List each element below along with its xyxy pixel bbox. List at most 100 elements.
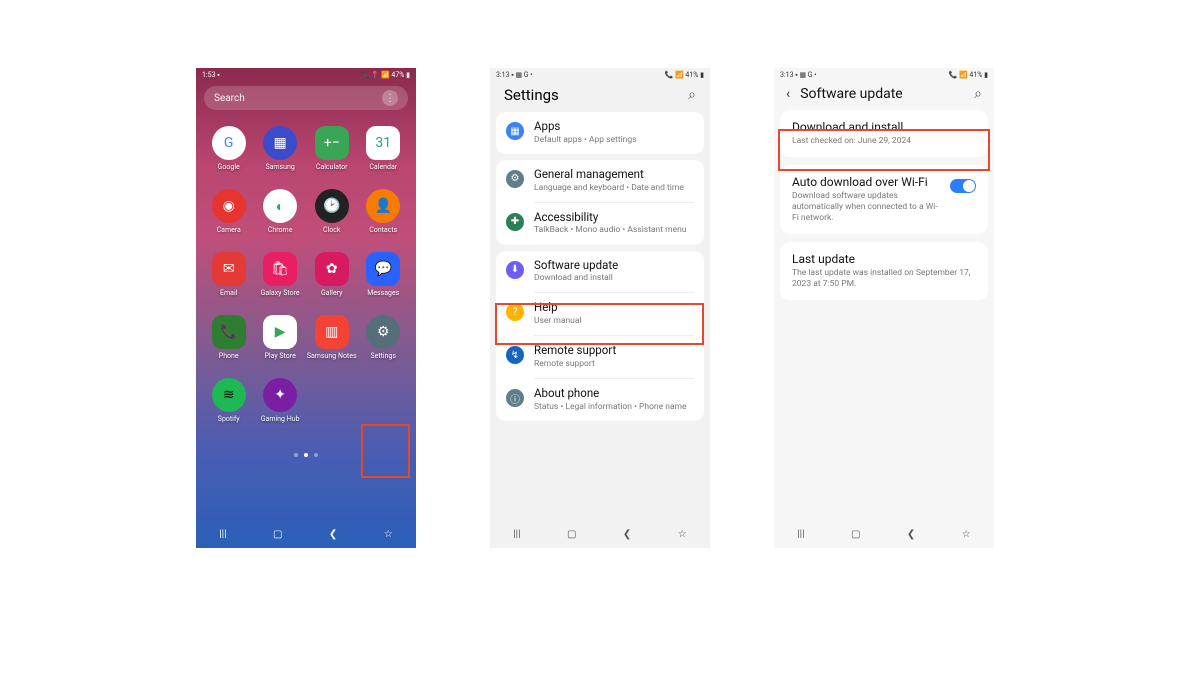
status-left: 3:13 ▪ ▦ G • [496, 71, 533, 79]
nav-recents-icon[interactable]: ||| [797, 529, 804, 540]
nav-accessibility-icon[interactable]: ☆ [962, 529, 971, 540]
row-subtitle: Default apps • App settings [534, 135, 694, 146]
app-label: Camera [217, 226, 241, 234]
samsung-icon: ▦ [263, 126, 297, 160]
app-email[interactable]: ✉Email [204, 252, 253, 297]
general-management-icon: ⚙ [506, 170, 524, 188]
app-messages[interactable]: 💬Messages [359, 252, 408, 297]
app-label: Phone [219, 352, 239, 360]
contacts-icon: 👤 [366, 189, 400, 223]
row-title: About phone [534, 387, 694, 401]
row-subtitle: Download and install [534, 273, 694, 284]
more-icon[interactable]: ⋮ [382, 90, 398, 106]
app-chrome[interactable]: ◐ Chrome [255, 189, 304, 234]
auto-download-toggle[interactable] [950, 179, 976, 193]
software-update-icon: ⬇ [506, 261, 524, 279]
nav-back-icon[interactable]: ❮ [907, 529, 915, 540]
settings-row-about-phone[interactable]: ⓘAbout phoneStatus • Legal information •… [496, 379, 704, 421]
app-contacts[interactable]: 👤Contacts [359, 189, 408, 234]
app-galaxy-store[interactable]: 🛍Galaxy Store [255, 252, 304, 297]
last-update-card[interactable]: Last update The last update was installe… [780, 242, 988, 300]
remote-support-icon: ↯ [506, 346, 524, 364]
app-play-store[interactable]: ▶Play Store [255, 315, 304, 360]
app-label: Gaming Hub [261, 415, 300, 423]
app-label: Spotify [218, 415, 240, 423]
nav-bar: ||| ▢ ❮ ☆ [490, 520, 710, 548]
app-label: Gallery [321, 289, 342, 297]
page-title: Software update [800, 86, 902, 102]
settings-card: ⚙General managementLanguage and keyboard… [496, 160, 704, 245]
settings-row-remote-support[interactable]: ↯ Remote supportRemote support [496, 336, 704, 378]
row-title: Remote support [534, 344, 694, 358]
search-icon[interactable]: ⌕ [688, 87, 696, 103]
app-samsung[interactable]: ▦Samsung [255, 126, 304, 171]
gaming-hub-icon: ✦ [263, 378, 297, 412]
nav-accessibility-icon[interactable]: ☆ [678, 529, 687, 540]
row-title: Apps [534, 120, 694, 134]
app-gaming-hub[interactable]: ✦ Gaming Hub [255, 378, 304, 423]
auto-download-sub: Download software updates automatically … [792, 191, 942, 224]
app-gallery[interactable]: ✿Gallery [307, 252, 357, 297]
app-label: Clock [323, 226, 340, 234]
search-icon[interactable]: ⌕ [974, 86, 982, 102]
app-label: Settings [370, 352, 396, 360]
auto-download-title: Auto download over Wi-Fi [792, 175, 942, 189]
row-subtitle: Remote support [534, 359, 694, 370]
app-calculator[interactable]: +−Calculator [307, 126, 357, 171]
app-spotify[interactable]: ≋ Spotify [204, 378, 253, 423]
status-bar: 1:53 ▪ 📞📍 📶 47% ▮ [196, 68, 416, 82]
nav-back-icon[interactable]: ❮ [329, 529, 337, 540]
back-icon[interactable]: ‹ [786, 86, 790, 102]
auto-download-card[interactable]: Auto download over Wi-Fi Download softwa… [780, 165, 988, 234]
nav-home-icon[interactable]: ▢ [567, 529, 576, 540]
app-label: Chrome [268, 226, 293, 234]
nav-recents-icon[interactable]: ||| [219, 529, 226, 540]
play-store-icon: ▶ [263, 315, 297, 349]
nav-accessibility-icon[interactable]: ☆ [384, 529, 393, 540]
nav-back-icon[interactable]: ❮ [623, 529, 631, 540]
clock-icon: 🕑 [315, 189, 349, 223]
apps-icon: ▦ [506, 122, 524, 140]
app-samsung-notes[interactable]: ▥Samsung Notes [307, 315, 357, 360]
phone-software-update-screen: 3:13 ▪ ▦ G • 📞 📶 41% ▮ ‹ Software update… [774, 68, 994, 548]
app-calendar[interactable]: 31Calendar [359, 126, 408, 171]
app-settings[interactable]: ⚙ Settings [359, 315, 408, 360]
row-title: General management [534, 168, 694, 182]
google-icon: G [212, 126, 246, 160]
galaxy-store-icon: 🛍 [263, 252, 297, 286]
search-input[interactable]: Search ⋮ [204, 86, 408, 110]
chrome-icon: ◐ [263, 189, 297, 223]
settings-card: ▦ AppsDefault apps • App settings [496, 112, 704, 154]
settings-icon: ⚙ [366, 315, 400, 349]
app-phone[interactable]: 📞Phone [204, 315, 253, 360]
settings-list: ▦ AppsDefault apps • App settings ⚙ General… [496, 112, 704, 421]
settings-row-software-update[interactable]: ⬇Software updateDownload and install [496, 251, 704, 293]
settings-row-general-management[interactable]: ⚙General managementLanguage and keyboard… [496, 160, 704, 202]
app-label: Email [220, 289, 237, 297]
page-header: ‹ Software update ⌕ [774, 82, 994, 110]
app-label: Samsung Notes [307, 352, 357, 360]
settings-card: ⬇Software updateDownload and install?Hel… [496, 251, 704, 421]
phone-home-screen: 1:53 ▪ 📞📍 📶 47% ▮ Search ⋮ GGoogle▦Samsu… [196, 68, 416, 548]
row-title: Accessibility [534, 211, 694, 225]
app-grid: GGoogle▦Samsung+−Calculator31Calendar ◉ Ca… [196, 118, 416, 431]
row-subtitle: Status • Legal information • Phone name [534, 402, 694, 413]
status-right: 📞 📶 41% ▮ [949, 71, 989, 79]
app-label: Calendar [369, 163, 397, 171]
settings-row-help[interactable]: ?HelpUser manual [496, 293, 704, 335]
nav-home-icon[interactable]: ▢ [273, 529, 282, 540]
page-header: Settings ⌕ [490, 82, 710, 112]
settings-row-apps[interactable]: ▦ AppsDefault apps • App settings [496, 112, 704, 154]
row-subtitle: TalkBack • Mono audio • Assistant menu [534, 225, 694, 236]
spotify-icon: ≋ [212, 378, 246, 412]
nav-bar: ||| ▢ ❮ ☆ [196, 520, 416, 548]
app-camera[interactable]: ◉ Camera [204, 189, 253, 234]
download-install-card[interactable]: Download and install Last checked on: Ju… [780, 110, 988, 157]
app-clock[interactable]: 🕑 Clock [307, 189, 357, 234]
nav-home-icon[interactable]: ▢ [851, 529, 860, 540]
camera-icon: ◉ [212, 189, 246, 223]
app-label: Calculator [316, 163, 348, 171]
nav-recents-icon[interactable]: ||| [513, 529, 520, 540]
settings-row-accessibility[interactable]: ✚AccessibilityTalkBack • Mono audio • As… [496, 203, 704, 245]
app-google[interactable]: GGoogle [204, 126, 253, 171]
